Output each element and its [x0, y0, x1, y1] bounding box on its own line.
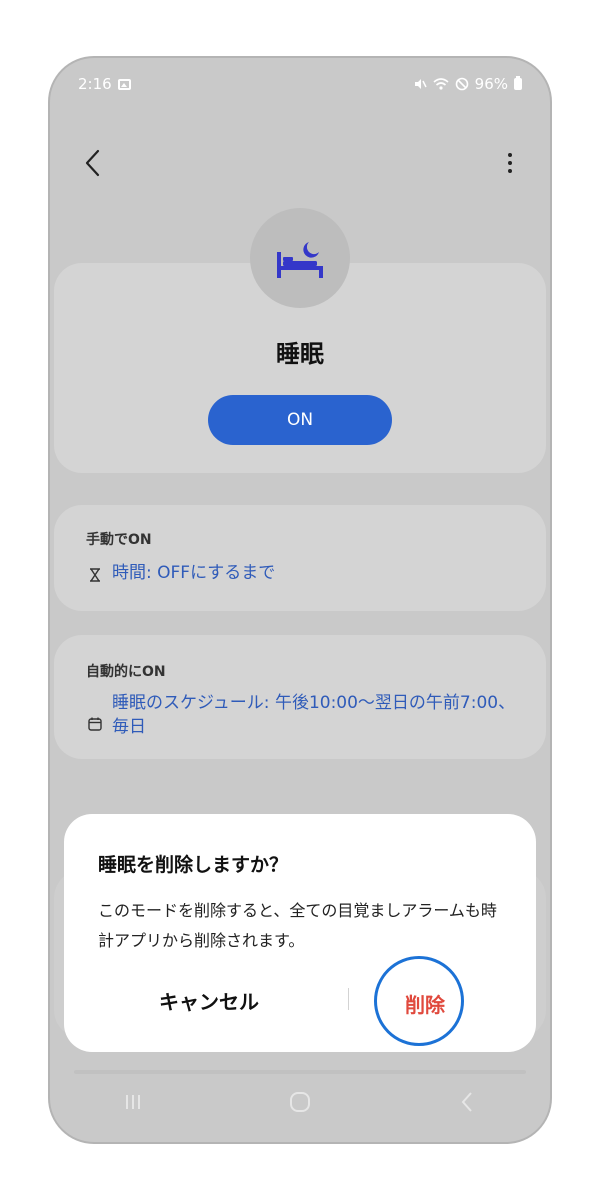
more-options-button[interactable]	[498, 146, 522, 180]
hourglass-icon	[86, 561, 104, 585]
mode-icon-circle	[250, 208, 350, 308]
auto-on-card[interactable]: 自動的にON 睡眠のスケジュール: 午後10:00〜翌日の午前7:00、 毎日	[54, 635, 546, 759]
phone-screen: 2:16 96% 睡眠 ON 手動でON 時間: OFFにするまで 自動的にON…	[50, 58, 550, 1142]
status-right: 96%	[413, 75, 522, 93]
navigation-bar	[50, 1062, 550, 1142]
delete-button[interactable]: 削除	[382, 960, 468, 1046]
auto-on-row[interactable]: 睡眠のスケジュール: 午後10:00〜翌日の午前7:00、 毎日	[86, 691, 516, 739]
bed-moon-icon	[277, 242, 323, 278]
back-icon	[461, 1092, 472, 1112]
calendar-icon	[86, 691, 104, 739]
more-vertical-icon-dot	[508, 161, 512, 165]
status-time: 2:16	[78, 75, 112, 93]
recent-apps-button[interactable]	[103, 1082, 163, 1122]
wifi-icon	[433, 78, 449, 90]
manual-on-label: 手動でON	[86, 532, 152, 548]
mode-title: 睡眠	[276, 340, 324, 368]
recent-apps-icon	[126, 1095, 141, 1109]
mute-icon	[414, 79, 427, 89]
manual-on-row[interactable]: 時間: OFFにするまで	[86, 561, 516, 585]
auto-on-label: 自動的にON	[86, 664, 166, 680]
delete-mode-dialog: 睡眠を削除しますか？ このモードを削除すると、全ての目覚ましアラームも時計アプリ…	[64, 814, 536, 1052]
cancel-button[interactable]: キャンセル	[134, 980, 284, 1020]
dialog-button-divider	[348, 988, 349, 1010]
system-back-button[interactable]	[437, 1082, 497, 1122]
do-not-disturb-icon	[455, 77, 468, 91]
dialog-title: 睡眠を削除しますか？	[98, 854, 289, 876]
mode-toggle-button[interactable]: ON	[208, 395, 392, 445]
home-icon	[289, 1092, 310, 1112]
status-left: 2:16	[78, 75, 131, 93]
home-button[interactable]	[270, 1082, 330, 1122]
chevron-left-icon	[85, 149, 100, 177]
battery-percent: 96%	[474, 75, 508, 93]
back-button[interactable]	[76, 146, 110, 180]
manual-on-card[interactable]: 手動でON 時間: OFFにするまで	[54, 505, 546, 611]
manual-on-value: 時間: OFFにするまで	[112, 563, 276, 583]
auto-on-value: 睡眠のスケジュール: 午後10:00〜翌日の午前7:00、 毎日	[112, 693, 516, 737]
battery-icon	[514, 76, 522, 90]
more-vertical-icon-dot	[508, 169, 512, 173]
dialog-message: このモードを削除すると、全ての目覚ましアラームも時計アプリから削除されます。	[98, 901, 497, 950]
more-vertical-icon	[508, 153, 512, 157]
gallery-icon	[117, 78, 131, 90]
status-bar: 2:16 96%	[78, 72, 522, 96]
